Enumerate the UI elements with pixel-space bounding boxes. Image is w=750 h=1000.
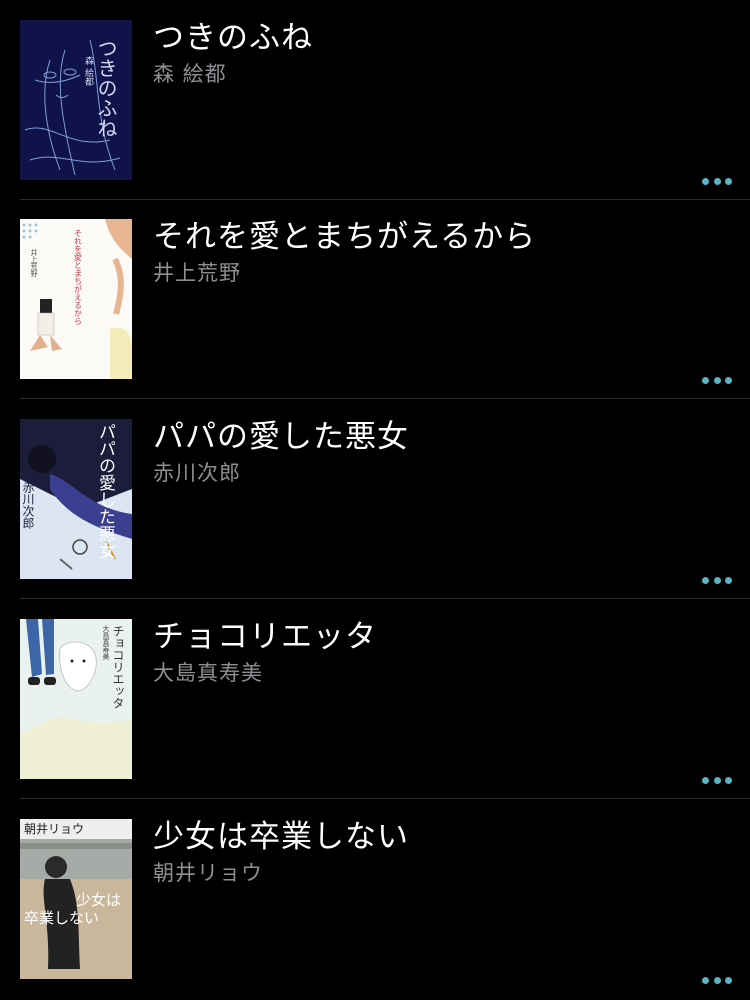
cover-title-text: パパの愛した悪女 bbox=[95, 423, 116, 559]
book-cover[interactable]: 朝井リョウ 少女は 卒業しない bbox=[20, 819, 132, 979]
cover-title-text: チョコリエッタ bbox=[111, 625, 125, 709]
cover-image: パパの愛した悪女 赤川次郎 bbox=[20, 419, 132, 579]
cover-title-text: それを愛とまちがえるから bbox=[74, 229, 83, 325]
book-author: 井上荒野 bbox=[153, 261, 241, 285]
ellipsis-icon[interactable] bbox=[702, 176, 732, 186]
book-title: パパの愛した悪女 bbox=[153, 419, 409, 455]
cover-image: それを愛とまちがえるから 井上荒野 bbox=[20, 219, 132, 379]
cover-title-text: 少女は bbox=[76, 891, 121, 909]
book-cover[interactable]: パパの愛した悪女 赤川次郎 bbox=[20, 419, 132, 579]
cover-image: つきのふね 森 絵都 bbox=[20, 20, 132, 180]
ellipsis-icon[interactable] bbox=[702, 775, 732, 785]
list-item[interactable]: 朝井リョウ 少女は 卒業しない 少女は卒業しない 朝井リョウ bbox=[0, 799, 750, 999]
ellipsis-icon[interactable] bbox=[702, 375, 732, 385]
list-item[interactable]: チョコリエッタ 大島真寿美 チョコリエッタ 大島真寿美 bbox=[0, 599, 750, 799]
cover-author-text: 大島真寿美 bbox=[102, 624, 110, 661]
cover-title-text: つきのふね bbox=[94, 38, 118, 138]
cover-author-text: 赤川次郎 bbox=[21, 481, 35, 529]
book-author: 朝井リョウ bbox=[153, 861, 263, 885]
book-title: 少女は卒業しない bbox=[153, 819, 409, 855]
cover-author-text: 井上荒野 bbox=[30, 248, 38, 277]
book-author: 森 絵都 bbox=[153, 62, 227, 86]
cover-image: 朝井リョウ 少女は 卒業しない bbox=[20, 819, 132, 979]
book-cover[interactable]: それを愛とまちがえるから 井上荒野 bbox=[20, 219, 132, 379]
book-cover[interactable]: チョコリエッタ 大島真寿美 bbox=[20, 619, 132, 779]
list-item[interactable]: それを愛とまちがえるから 井上荒野 それを愛とまちがえるから 井上荒野 bbox=[0, 199, 750, 399]
cover-image: チョコリエッタ 大島真寿美 bbox=[20, 619, 132, 779]
ellipsis-icon[interactable] bbox=[702, 575, 732, 585]
book-title: チョコリエッタ bbox=[153, 619, 377, 655]
book-title: それを愛とまちがえるから bbox=[153, 219, 537, 255]
cover-author-text: 朝井リョウ bbox=[24, 822, 84, 836]
book-list: つきのふね 森 絵都 つきのふね 森 絵都 それを愛とまちがえるから 井上荒野 … bbox=[0, 0, 750, 1000]
book-author: 大島真寿美 bbox=[153, 661, 263, 685]
book-cover[interactable]: つきのふね 森 絵都 bbox=[20, 20, 132, 180]
list-item[interactable]: つきのふね 森 絵都 つきのふね 森 絵都 bbox=[0, 0, 750, 200]
cover-title-text: 卒業しない bbox=[24, 909, 99, 927]
book-title: つきのふね bbox=[153, 20, 313, 56]
ellipsis-icon[interactable] bbox=[702, 975, 732, 985]
list-item[interactable]: パパの愛した悪女 赤川次郎 パパの愛した悪女 赤川次郎 bbox=[0, 399, 750, 599]
cover-author-text: 森 絵都 bbox=[83, 55, 94, 87]
book-author: 赤川次郎 bbox=[153, 461, 241, 485]
